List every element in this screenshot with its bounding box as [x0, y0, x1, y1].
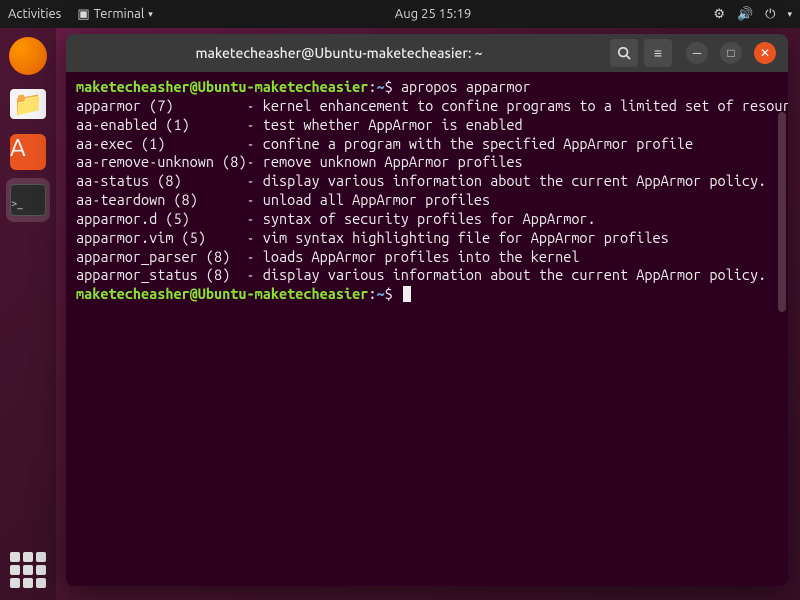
prompt-symbol: $ [385, 78, 393, 95]
prompt-symbol: $ [385, 285, 393, 302]
show-applications-button[interactable] [10, 552, 46, 588]
scrollbar[interactable] [778, 112, 786, 312]
prompt-user-host: maketecheasher@Ubuntu-maketecheasier [76, 285, 368, 302]
clock[interactable]: Aug 25 15:19 [153, 7, 714, 21]
maximize-button[interactable]: □ [720, 42, 742, 64]
prompt-line: maketecheasher@Ubuntu-maketecheasier:~$ … [76, 78, 778, 97]
network-icon[interactable]: ⚙ [713, 7, 725, 22]
close-button[interactable]: ✕ [754, 42, 776, 64]
output-line: aa-remove-unknown (8)- remove unknown Ap… [76, 153, 778, 172]
files-icon: 📁 [10, 89, 46, 119]
chevron-down-icon[interactable]: ▾ [787, 9, 792, 20]
firefox-icon [9, 37, 47, 75]
terminal-icon: >_ [10, 184, 46, 216]
window-title: maketecheasher@Ubuntu-maketecheasier: ~ [74, 45, 604, 61]
software-icon: A [10, 134, 46, 170]
terminal-icon: ▣ [77, 7, 89, 22]
terminal-body[interactable]: maketecheasher@Ubuntu-maketecheasier:~$ … [66, 72, 788, 586]
output-line: aa-exec (1) - confine a program with the… [76, 135, 778, 154]
app-menu[interactable]: ▣ Terminal ▾ [77, 7, 152, 22]
dock-files[interactable]: 📁 [6, 82, 50, 126]
dock: 📁 A >_ [0, 28, 56, 600]
prompt-path: ~ [376, 285, 384, 302]
output-line: apparmor (7) - kernel enhancement to con… [76, 97, 778, 116]
output-line: apparmor.d (5) - syntax of security prof… [76, 210, 778, 229]
cursor [403, 286, 411, 302]
search-icon [617, 46, 631, 60]
minimize-button[interactable]: ─ [686, 42, 708, 64]
terminal-window: maketecheasher@Ubuntu-maketecheasier: ~ … [66, 34, 788, 586]
search-button[interactable] [610, 39, 638, 67]
prompt-path: ~ [376, 78, 384, 95]
close-icon: ✕ [760, 46, 770, 60]
output-line: aa-teardown (8) - unload all AppArmor pr… [76, 191, 778, 210]
menu-button[interactable]: ≡ [644, 39, 672, 67]
activities-button[interactable]: Activities [8, 7, 61, 21]
output: apparmor (7) - kernel enhancement to con… [76, 97, 778, 285]
prompt-line: maketecheasher@Ubuntu-maketecheasier:~$ [76, 285, 778, 304]
minimize-icon: ─ [693, 46, 702, 60]
volume-icon[interactable]: 🔊 [737, 7, 753, 22]
output-line: apparmor_parser (8) - loads AppArmor pro… [76, 248, 778, 267]
titlebar[interactable]: maketecheasher@Ubuntu-maketecheasier: ~ … [66, 34, 788, 72]
output-line: aa-enabled (1) - test whether AppArmor i… [76, 116, 778, 135]
output-line: apparmor_status (8) - display various in… [76, 266, 778, 285]
typed-command: apropos apparmor [401, 78, 531, 95]
app-menu-label: Terminal [94, 7, 145, 21]
maximize-icon: □ [727, 46, 734, 60]
dock-terminal[interactable]: >_ [6, 178, 50, 222]
power-icon[interactable]: ⏻ [765, 7, 775, 22]
dock-software[interactable]: A [6, 130, 50, 174]
hamburger-icon: ≡ [654, 45, 662, 61]
dock-firefox[interactable] [6, 34, 50, 78]
output-line: apparmor.vim (5) - vim syntax highlighti… [76, 229, 778, 248]
prompt-user-host: maketecheasher@Ubuntu-maketecheasier [76, 78, 368, 95]
output-line: aa-status (8) - display various informat… [76, 172, 778, 191]
gnome-topbar: Activities ▣ Terminal ▾ Aug 25 15:19 ⚙ 🔊… [0, 0, 800, 28]
